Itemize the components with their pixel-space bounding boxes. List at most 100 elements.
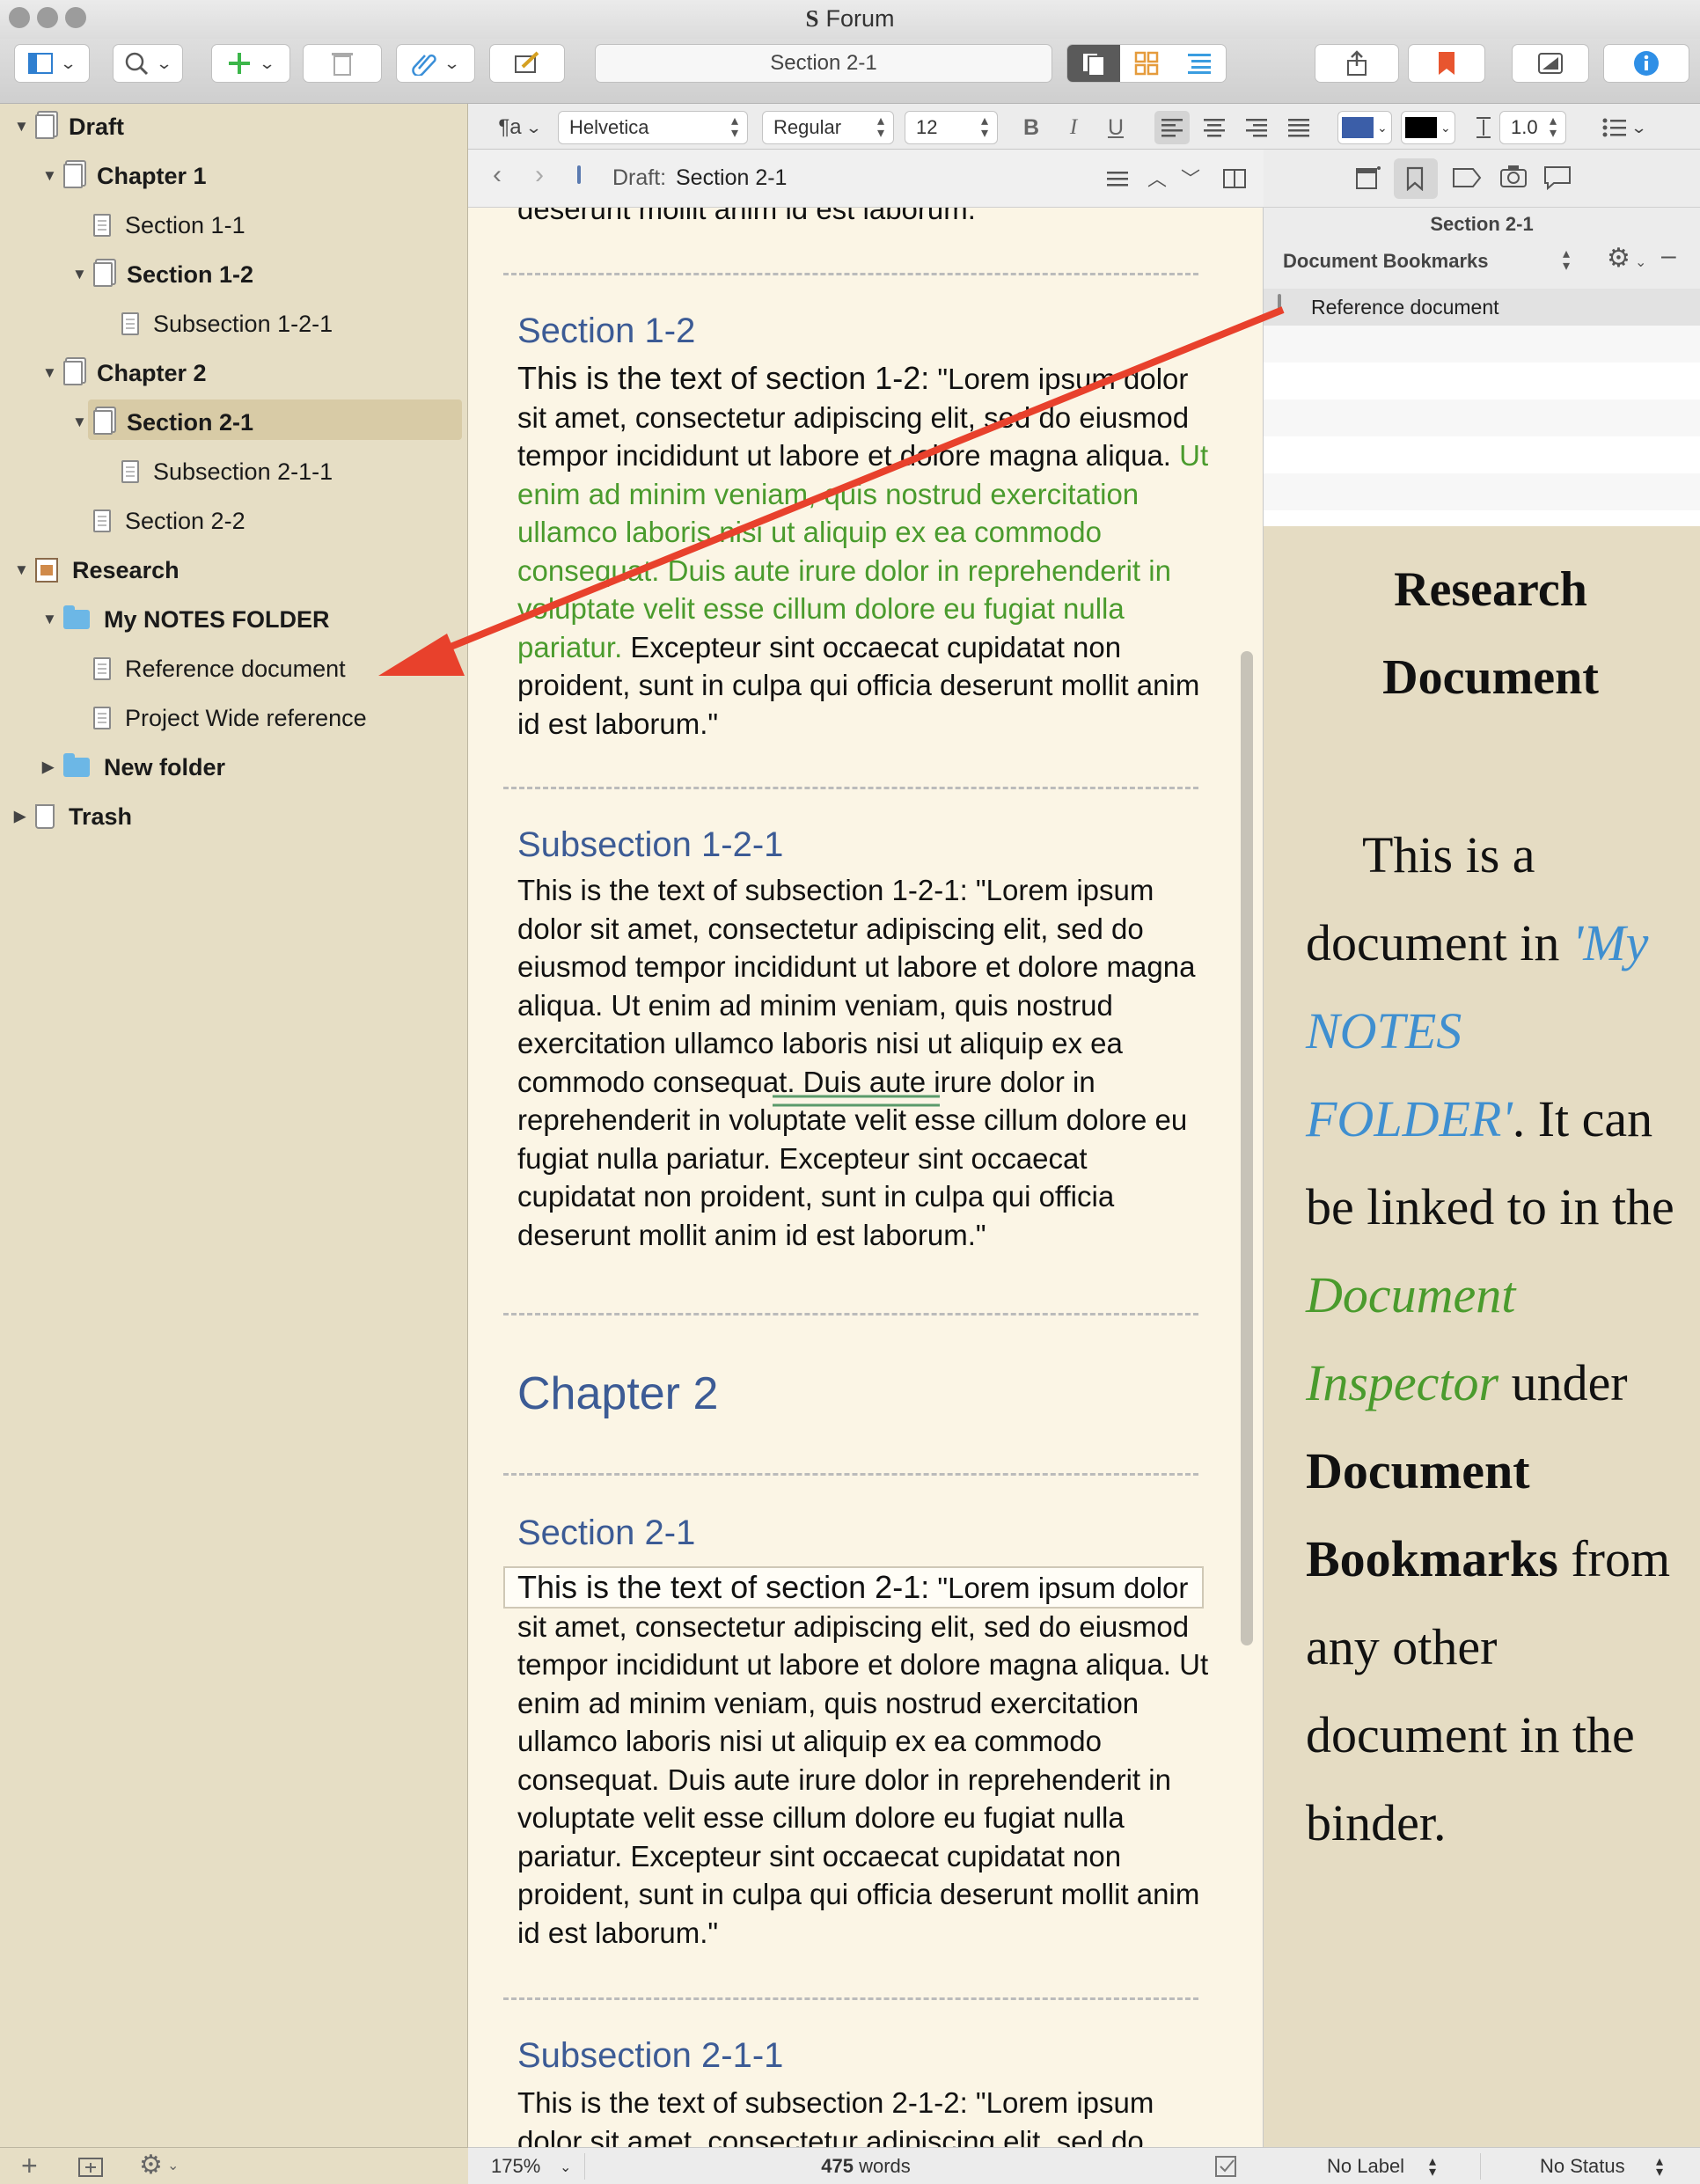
underline-button[interactable]: U [1098, 111, 1133, 144]
delete-button[interactable] [303, 44, 382, 83]
snapshot-camera-icon[interactable] [1499, 164, 1528, 188]
attach-button[interactable]: ⌄ [396, 44, 475, 83]
align-center-button[interactable] [1197, 111, 1232, 144]
binder-footer-bar: + ⚙ ⌄ [0, 2147, 468, 2184]
section-heading: Subsection 2-1-1 [517, 2036, 784, 2075]
editor-scrivenings[interactable]: deserunt mollit anim id est laborum." Se… [468, 208, 1264, 2170]
font-family-select[interactable]: Helvetica ▴ ▾ [558, 111, 748, 144]
chevron-down-icon[interactable]: ﹀ [1181, 164, 1200, 192]
header-menu-icon[interactable] [1107, 171, 1128, 187]
search-button[interactable]: ⌄ [113, 44, 183, 83]
paragraph-style-button[interactable]: ¶a ⌄ [493, 111, 546, 144]
remove-bookmark-button[interactable]: – [1661, 241, 1676, 271]
binder-item-reference-document[interactable]: Reference document [93, 645, 346, 693]
bookmarks-tab[interactable] [1394, 158, 1438, 199]
add-item-icon[interactable]: + [21, 2150, 38, 2182]
word-count-label: words [859, 2155, 911, 2177]
justify-button[interactable] [1281, 111, 1316, 144]
disclosure-open-icon: ▼ [72, 266, 87, 282]
binder-item-section-1-2[interactable]: ▼ Section 1-2 [72, 251, 253, 298]
trash-icon [35, 804, 55, 829]
inspector-footer-bar: No Label ▴ ▾ No Status ▴ ▾ [1264, 2147, 1700, 2184]
back-icon[interactable]: ‹ [493, 160, 502, 190]
document-icon [93, 214, 111, 237]
font-weight-select[interactable]: Regular ▴ ▾ [762, 111, 894, 144]
gear-icon[interactable]: ⚙ [139, 2150, 163, 2180]
paragraph-lead: This is the text of section 2-1: [517, 1569, 930, 1605]
bookmark-button[interactable] [1408, 44, 1485, 83]
add-button[interactable]: ⌄ [211, 44, 290, 83]
status-select[interactable]: No Status [1540, 2155, 1625, 2178]
highlight-color-picker[interactable]: ⌄ [1401, 111, 1455, 144]
binder-item-section-2-2[interactable]: Section 2-2 [93, 497, 245, 545]
outliner-view-button[interactable] [1173, 45, 1226, 82]
binder-item-draft[interactable]: ▼ Draft [14, 103, 124, 150]
corkboard-view-button[interactable] [1120, 45, 1173, 82]
binder-item-chapter-2[interactable]: ▼ Chapter 2 [42, 349, 207, 397]
list-icon [1602, 118, 1627, 137]
binder-item-section-1-1[interactable]: Section 1-1 [93, 202, 245, 249]
notes-tab-icon[interactable] [1355, 164, 1381, 192]
binder-item-trash[interactable]: ▶ Trash [14, 793, 132, 840]
label-select[interactable]: No Label [1327, 2155, 1404, 2178]
binder-label: New folder [104, 753, 226, 781]
binder-item-research[interactable]: ▼ Research [14, 546, 180, 594]
text-color-picker[interactable]: ⌄ [1337, 111, 1392, 144]
align-right-button[interactable] [1239, 111, 1274, 144]
disclosure-open-icon: ▼ [14, 561, 29, 578]
window-title: S Forum [0, 5, 1700, 33]
editor-paragraph: This is the text of subsection 1-2-1: "L… [517, 874, 1196, 1251]
binder-item-chapter-1[interactable]: ▼ Chapter 1 [42, 152, 207, 200]
binder-item-section-2-1[interactable]: ▼ Section 2-1 [72, 399, 253, 446]
binder-item-subsection-2-1-1[interactable]: Subsection 2-1-1 [121, 448, 333, 495]
gear-icon[interactable]: ⚙ [1607, 243, 1630, 274]
updown-icon: ▴ ▾ [1549, 114, 1557, 141]
document-title-field[interactable]: Section 2-1 [595, 44, 1052, 83]
updown-icon[interactable]: ▴ ▾ [1563, 247, 1570, 274]
bookmark-row[interactable]: Reference document [1264, 289, 1700, 326]
list-style-button[interactable]: ⌄ [1598, 111, 1651, 144]
target-icon[interactable] [1214, 2155, 1237, 2178]
word-count-value: 475 [821, 2155, 854, 2177]
bookmarks-panel-select[interactable]: Document Bookmarks [1283, 250, 1489, 273]
binder-item-subsection-1-2-1[interactable]: Subsection 1-2-1 [121, 300, 333, 348]
binder-item-project-wide-reference[interactable]: Project Wide reference [93, 694, 367, 742]
share-button[interactable] [1315, 44, 1399, 83]
split-editor-icon[interactable] [1223, 169, 1246, 188]
title-bar: S Forum [0, 0, 1700, 39]
scrivenings-view-button[interactable] [1067, 45, 1120, 82]
binder-item-new-folder[interactable]: ▶ New folder [42, 744, 226, 791]
comments-icon[interactable] [1543, 165, 1572, 190]
chevron-up-icon[interactable]: ︿ [1147, 164, 1167, 192]
italic-button[interactable]: I [1056, 111, 1091, 144]
disclosure-open-icon: ▼ [42, 611, 57, 627]
align-left-button[interactable] [1154, 111, 1190, 144]
composition-mode-button[interactable] [1512, 44, 1589, 83]
add-folder-icon[interactable] [77, 2155, 104, 2178]
plus-icon [229, 53, 251, 74]
document-icon [1278, 294, 1281, 312]
binder-item-my-notes-folder[interactable]: ▼ My NOTES FOLDER [42, 596, 330, 643]
document-icon [93, 707, 111, 729]
document-icon [577, 165, 581, 184]
chapter-heading: Chapter 2 [517, 1368, 719, 1419]
font-size-select[interactable]: 12 ▴ ▾ [905, 111, 998, 144]
path-document[interactable]: Section 2-1 [676, 165, 787, 191]
line-spacing-select[interactable]: 1.0 ▴ ▾ [1499, 111, 1566, 144]
forward-icon[interactable]: › [535, 160, 544, 190]
editor-header-bar: ‹ › Draft: Section 2-1 ︿ ﹀ [468, 150, 1264, 208]
folder-icon [63, 605, 90, 629]
paperclip-icon [412, 54, 437, 76]
view-mode-button[interactable]: ⌄ [14, 44, 90, 83]
bookmark-icon [1406, 166, 1424, 192]
folder-icon [63, 753, 90, 777]
editor-scrollbar[interactable] [1241, 651, 1253, 1645]
inspector-button[interactable] [1603, 44, 1689, 83]
bookmark-preview: Research Document This is a document in … [1264, 526, 1700, 2170]
compose-button[interactable] [489, 44, 565, 83]
preview-text: This is a document in [1306, 826, 1572, 971]
bookmark-icon [1439, 52, 1455, 75]
bold-button[interactable]: B [1014, 111, 1049, 144]
metadata-tag-icon[interactable] [1452, 167, 1482, 188]
updown-icon: ▴ ▾ [730, 114, 738, 141]
